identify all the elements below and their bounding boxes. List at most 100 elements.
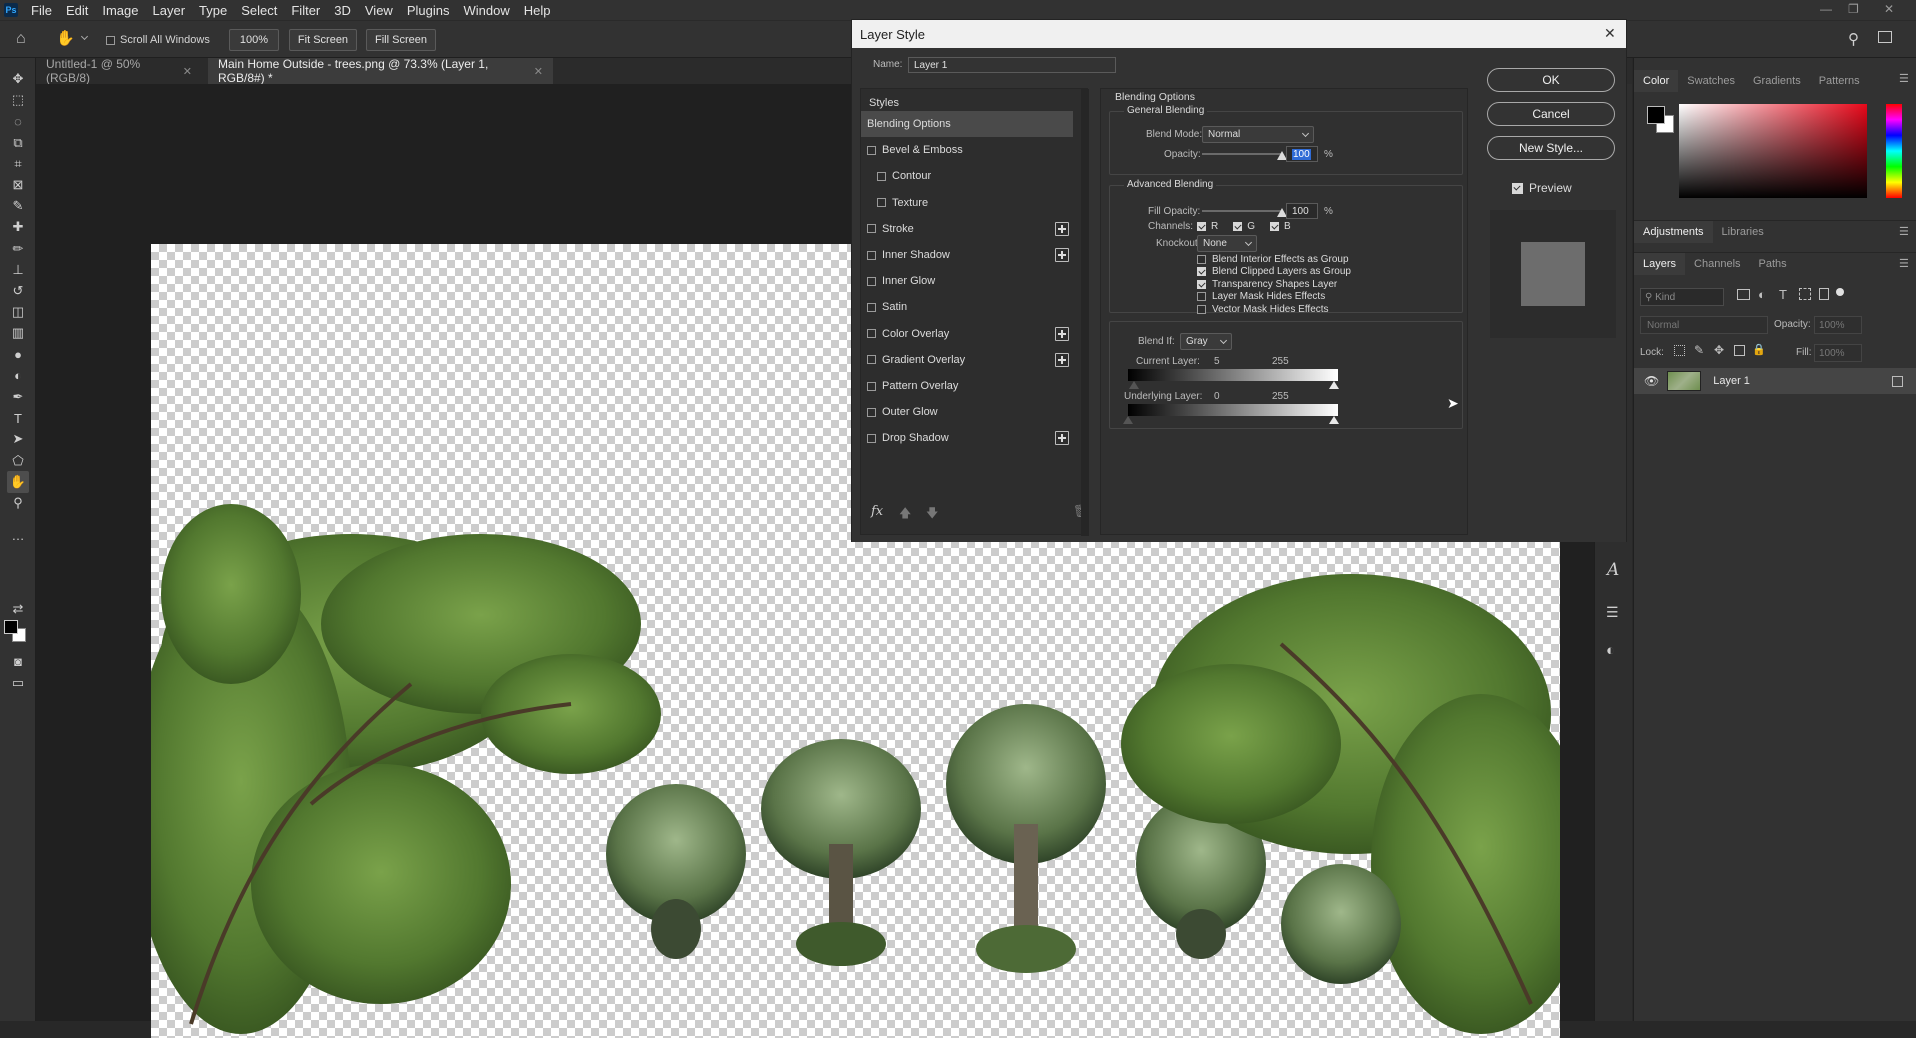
checkbox-icon[interactable]	[106, 35, 115, 45]
menu-filter[interactable]: Filter	[284, 3, 327, 18]
smart-object-filter-icon[interactable]	[1819, 288, 1829, 300]
lock-position-icon[interactable]: ✥	[1714, 343, 1724, 357]
fill-opacity-input[interactable]: 100	[1286, 203, 1318, 219]
layer-filter-kind-select[interactable]: ⚲ Kind	[1640, 288, 1724, 306]
adjustment-filter-icon[interactable]: ◐	[1758, 287, 1766, 302]
eye-icon[interactable]: 👁	[1644, 374, 1659, 388]
color-picker-field[interactable]	[1679, 104, 1867, 198]
crop-tool-icon[interactable]: ⌗	[7, 153, 29, 175]
tab-main-home-outside[interactable]: Main Home Outside - trees.png @ 73.3% (L…	[208, 57, 553, 85]
checkbox-icon[interactable]	[867, 381, 876, 391]
eraser-icon[interactable]: ◫	[7, 301, 29, 323]
style-item-outer-glow[interactable]: Outer Glow	[861, 399, 1073, 425]
type-filter-icon[interactable]: T	[1779, 287, 1787, 302]
checkbox-icon[interactable]	[867, 276, 876, 286]
pen-tool-icon[interactable]: ✒	[7, 386, 29, 408]
frame-tool-icon[interactable]: ⊠	[7, 174, 29, 196]
chevron-down-icon[interactable]	[80, 32, 89, 41]
tab-untitled-1[interactable]: Untitled-1 @ 50% (RGB/8) ✕	[36, 57, 202, 85]
quick-mask-icon[interactable]: ◙	[7, 650, 29, 672]
current-layer-black-slider[interactable]	[1129, 381, 1139, 389]
menu-edit[interactable]: Edit	[59, 3, 95, 18]
style-item-drop-shadow[interactable]: Drop Shadow	[861, 425, 1073, 451]
lock-pixels-icon[interactable]: ✎	[1694, 343, 1704, 357]
cancel-button[interactable]: Cancel	[1487, 102, 1615, 126]
character-panel-icon[interactable]: A	[1607, 560, 1619, 580]
tab-layers[interactable]: Layers	[1634, 252, 1686, 275]
blend-if-select[interactable]: Gray	[1180, 333, 1232, 350]
move-up-icon[interactable]: 🡅	[899, 504, 911, 525]
checkbox-icon[interactable]	[1197, 267, 1206, 277]
menu-plugins[interactable]: Plugins	[400, 3, 457, 18]
style-item-texture[interactable]: Texture	[861, 190, 1073, 216]
checkbox-icon[interactable]	[1270, 222, 1280, 231]
dodge-tool-icon[interactable]: ◐	[7, 365, 29, 387]
lock-artboard-icon[interactable]	[1734, 345, 1745, 356]
menu-view[interactable]: View	[358, 3, 400, 18]
channel-b-checkbox[interactable]: B	[1270, 221, 1291, 232]
menu-help[interactable]: Help	[517, 3, 558, 18]
style-item-inner-shadow[interactable]: Inner Shadow	[861, 242, 1073, 268]
checkbox-icon[interactable]	[867, 302, 876, 312]
new-style-button[interactable]: New Style...	[1487, 136, 1615, 160]
layer-blend-mode-select[interactable]: Normal	[1640, 316, 1768, 334]
properties-panel-icon[interactable]: ☰	[1606, 604, 1619, 621]
brush-tool-icon[interactable]: ✏	[7, 238, 29, 260]
channel-r-checkbox[interactable]: R	[1197, 221, 1218, 232]
hue-slider[interactable]	[1886, 104, 1902, 198]
blur-tool-icon[interactable]: ●	[7, 344, 29, 366]
style-item-stroke[interactable]: Stroke	[861, 216, 1073, 242]
adv-check-blend-interior-effects-as-group[interactable]: Blend Interior Effects as Group	[1197, 253, 1351, 266]
checkbox-icon[interactable]	[1197, 292, 1206, 302]
add-effect-icon[interactable]	[1055, 352, 1069, 367]
history-brush-icon[interactable]: ↺	[7, 280, 29, 302]
current-layer-gradient[interactable]	[1128, 369, 1338, 381]
shape-filter-icon[interactable]	[1799, 288, 1811, 300]
style-item-pattern-overlay[interactable]: Pattern Overlay	[861, 373, 1073, 399]
fill-opacity-slider[interactable]	[1202, 210, 1282, 212]
workspace-icon[interactable]	[1878, 31, 1892, 43]
path-select-icon[interactable]: ➤	[7, 428, 29, 450]
pixel-filter-icon[interactable]	[1737, 289, 1750, 300]
checkbox-icon[interactable]	[867, 250, 876, 260]
minimize-icon[interactable]: —	[1820, 2, 1832, 16]
fx-icon[interactable]: fx	[871, 504, 883, 519]
checkbox-icon[interactable]	[877, 198, 886, 208]
add-effect-icon[interactable]	[1055, 221, 1069, 236]
menu-select[interactable]: Select	[234, 3, 284, 18]
style-list-scrollbar[interactable]	[1081, 89, 1089, 536]
checkbox-icon[interactable]	[867, 407, 876, 417]
panel-menu-icon[interactable]: ☰	[1899, 257, 1909, 270]
menu-window[interactable]: Window	[456, 3, 516, 18]
move-tool-icon[interactable]: ✥	[7, 68, 29, 90]
checkbox-icon[interactable]	[867, 433, 876, 443]
more-tools-icon[interactable]: …	[7, 524, 29, 546]
fit-screen-button[interactable]: Fit Screen	[289, 29, 357, 51]
checkbox-icon[interactable]	[867, 355, 876, 365]
checkbox-icon[interactable]	[867, 145, 876, 155]
opacity-slider[interactable]	[1202, 153, 1282, 155]
preview-checkbox[interactable]: Preview	[1512, 181, 1572, 195]
foreground-color-swatch[interactable]	[1647, 106, 1665, 124]
layer-name-input[interactable]: Layer 1	[908, 57, 1116, 73]
checkbox-icon[interactable]	[1197, 279, 1206, 289]
shape-tool-icon[interactable]: ⬠	[7, 450, 29, 472]
style-item-blending-options[interactable]: Blending Options	[861, 111, 1073, 137]
lasso-tool-icon[interactable]: ◌	[7, 110, 29, 132]
zoom-100-button[interactable]: 100%	[229, 29, 279, 51]
close-tab-icon[interactable]: ✕	[183, 65, 192, 78]
checkbox-icon[interactable]	[867, 224, 876, 234]
add-effect-icon[interactable]	[1055, 248, 1069, 262]
move-down-icon[interactable]: 🡇	[926, 504, 938, 525]
checkbox-icon[interactable]	[1197, 222, 1206, 231]
ok-button[interactable]: OK	[1487, 68, 1615, 92]
foreground-color-swatch[interactable]	[4, 620, 18, 634]
close-tab-icon[interactable]: ✕	[534, 65, 543, 78]
underlying-layer-black-slider[interactable]	[1123, 416, 1133, 424]
dialog-close-icon[interactable]: ✕	[1604, 25, 1616, 42]
adv-check-layer-mask-hides-effects[interactable]: Layer Mask Hides Effects	[1197, 291, 1351, 304]
menu-3d[interactable]: 3D	[327, 3, 358, 18]
tab-gradients[interactable]: Gradients	[1744, 70, 1810, 92]
screen-mode-icon[interactable]: ▭	[7, 672, 29, 694]
checkbox-checked-icon[interactable]	[1512, 182, 1523, 194]
